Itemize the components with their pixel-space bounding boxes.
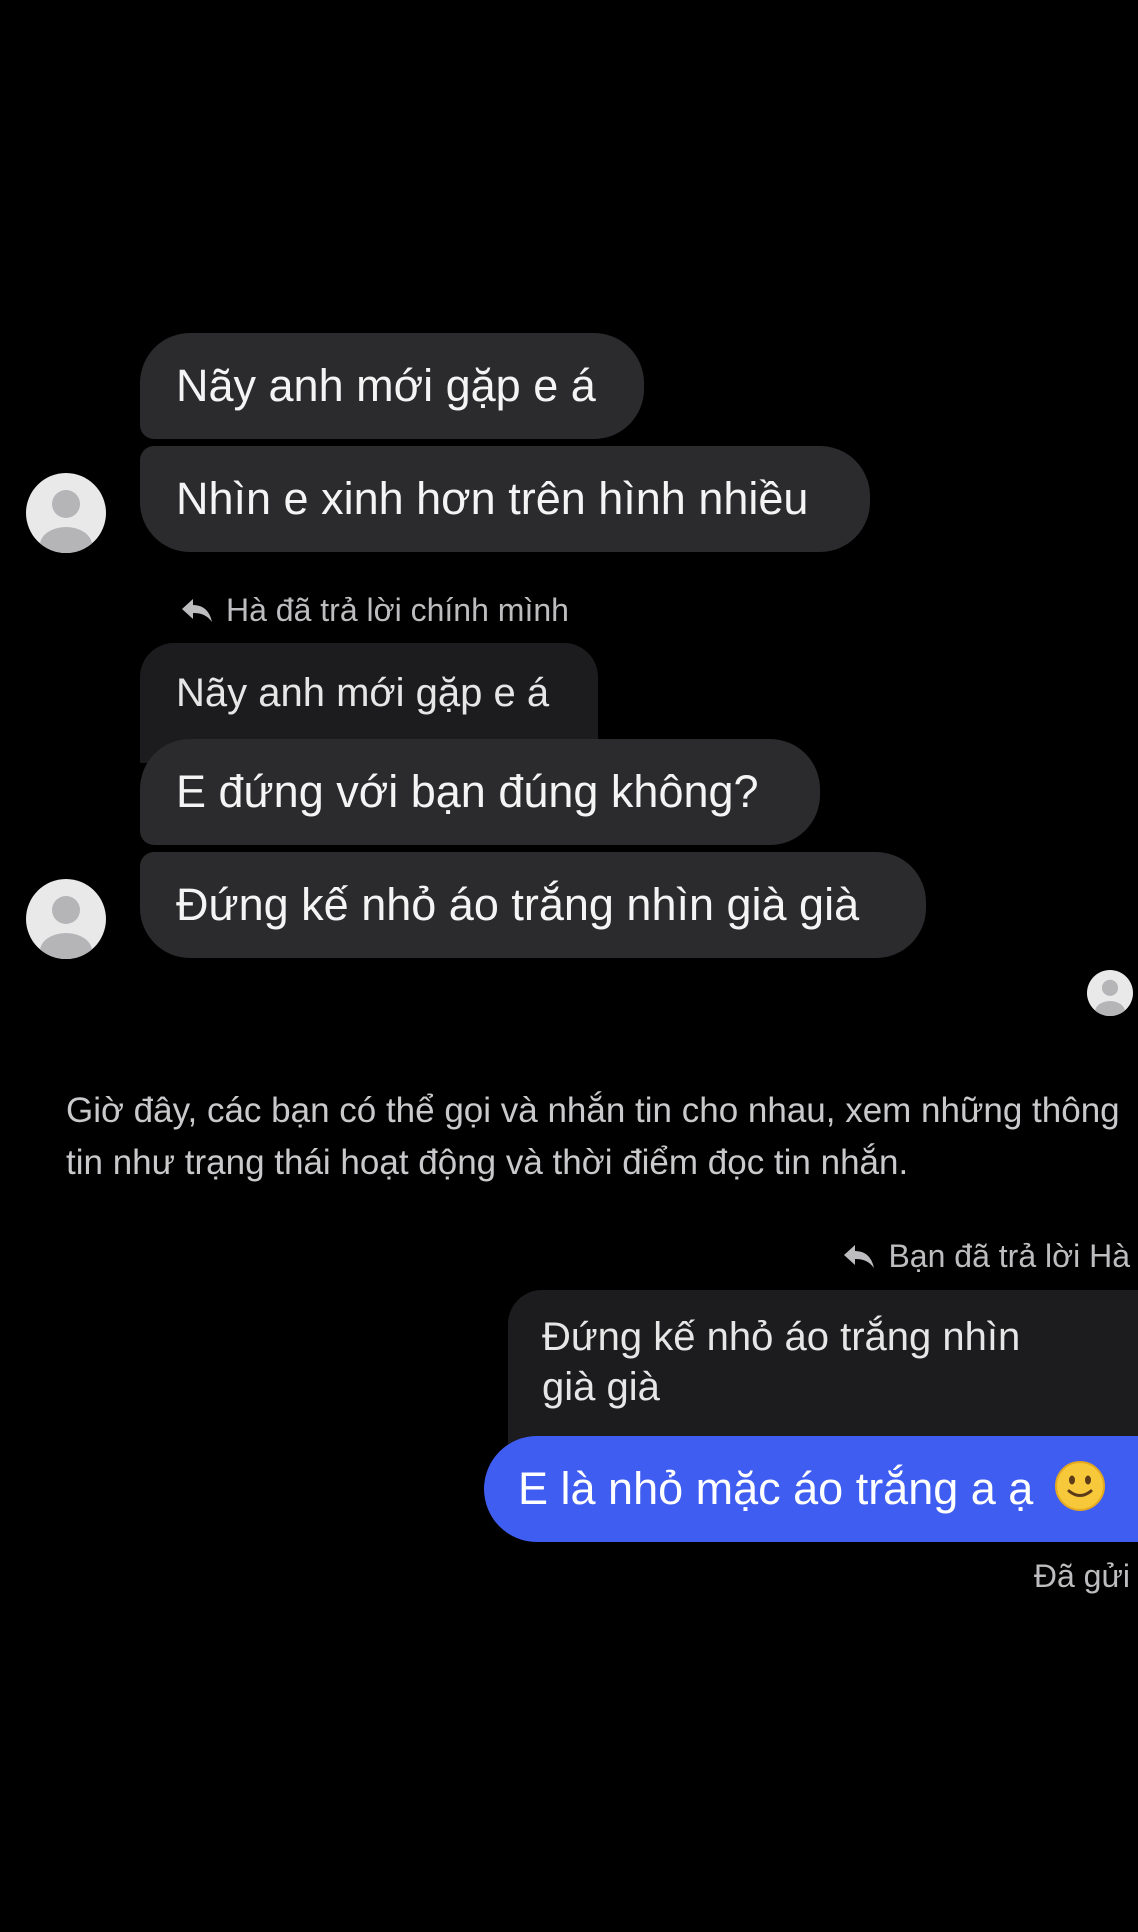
reply-arrow-icon [180, 595, 214, 625]
message-bubble-outgoing[interactable]: E là nhỏ mặc áo trắng a ạ [484, 1436, 1138, 1542]
message-bubble-incoming[interactable]: E đứng với bạn đúng không? [140, 739, 820, 845]
reply-indicator: Bạn đã trả lời Hà [842, 1236, 1130, 1276]
default-user-icon [40, 490, 92, 553]
reply-arrow-icon [842, 1241, 876, 1271]
message-bubble-incoming[interactable]: Đứng kế nhỏ áo trắng nhìn già già [140, 852, 926, 958]
message-bubble-incoming[interactable]: Nãy anh mới gặp e á [140, 333, 644, 439]
message-bubble-incoming[interactable]: Nhìn e xinh hơn trên hình nhiều [140, 446, 870, 552]
avatar[interactable] [26, 879, 106, 959]
reply-indicator-text: Bạn đã trả lời Hà [888, 1238, 1130, 1274]
quoted-message[interactable]: Đứng kế nhỏ áo trắng nhìn già già [508, 1290, 1138, 1460]
quoted-message-text: Nãy anh mới gặp e á [176, 671, 550, 715]
default-user-icon [40, 896, 92, 959]
reply-indicator: Hà đã trả lời chính mình [180, 590, 569, 630]
quoted-message-text: già già [542, 1365, 660, 1409]
seen-receipt-avatar [1087, 970, 1133, 1016]
default-user-icon [1095, 979, 1125, 1016]
reply-indicator-text: Hà đã trả lời chính mình [226, 592, 569, 628]
quoted-message-text: Đứng kế nhỏ áo trắng nhìn [542, 1315, 1021, 1359]
message-text: Đứng kế nhỏ áo trắng nhìn già già [176, 879, 860, 930]
system-message: Giờ đây, các bạn có thể gọi và nhắn tin … [66, 1091, 1120, 1182]
avatar[interactable] [26, 473, 106, 553]
message-text: E đứng với bạn đúng không? [176, 766, 759, 817]
slightly-smiling-face-icon [1054, 1460, 1106, 1512]
delivery-status: Đã gửi [1033, 1558, 1130, 1594]
message-text: Nhìn e xinh hơn trên hình nhiều [176, 473, 809, 524]
message-text: Nãy anh mới gặp e á [176, 360, 596, 411]
message-text: E là nhỏ mặc áo trắng a ạ [518, 1463, 1034, 1514]
